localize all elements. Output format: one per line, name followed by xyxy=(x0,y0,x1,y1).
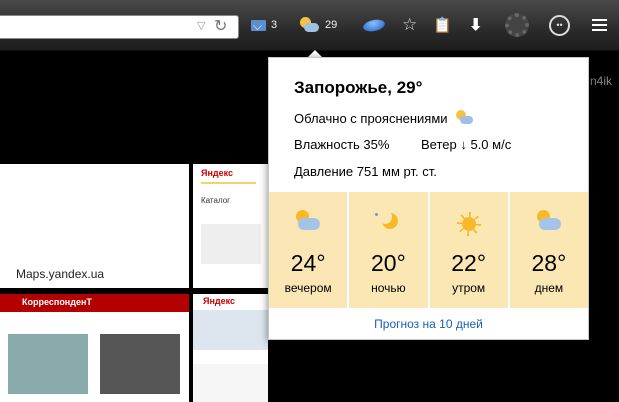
clipboard-icon: 📋 xyxy=(433,17,452,34)
city-temperature: Запорожье, 29° xyxy=(294,78,423,97)
smiley-icon: •• xyxy=(549,14,570,36)
addon-button[interactable] xyxy=(505,0,529,50)
forecast-day: 28° днем xyxy=(509,192,588,308)
gear-icon xyxy=(505,13,529,37)
cloud-sun-icon xyxy=(293,210,323,238)
sun-icon xyxy=(454,210,484,238)
star-icon: ☆ xyxy=(402,15,418,34)
wind: Ветер ↓ 5.0 м/с xyxy=(421,137,512,152)
forecast-strip: 24° вечером 20° ночью 22° утром 28° днем xyxy=(269,192,588,308)
forecast-night: 20° ночью xyxy=(349,192,428,308)
disk-icon xyxy=(362,17,386,33)
popup-arrow xyxy=(308,50,322,57)
forecast-morning: 22° утром xyxy=(429,192,508,308)
forecast-temp: 20° xyxy=(370,250,406,276)
feedback-button[interactable]: •• xyxy=(549,0,570,50)
browser-toolbar: ▽ ↻ 3 29 ☆ 📋 ⬇ •• xyxy=(0,0,619,51)
mail-icon xyxy=(251,19,266,31)
tile-yandex-2[interactable]: Яндекс xyxy=(193,294,268,402)
tile-maps[interactable]: Maps.yandex.ua xyxy=(0,164,189,288)
yandex-disk-button[interactable] xyxy=(362,0,386,50)
url-dropdown-icon[interactable]: ▽ xyxy=(197,19,205,32)
download-icon: ⬇ xyxy=(469,17,483,34)
background-text: n4ik xyxy=(590,74,613,88)
forecast-temp: 28° xyxy=(531,250,567,276)
cloud-sun-icon xyxy=(454,110,476,126)
forecast-label: днем xyxy=(534,281,564,295)
weather-icon xyxy=(298,17,320,33)
cloud-sun-icon xyxy=(534,210,564,238)
tile-maps-label: Maps.yandex.ua xyxy=(16,267,105,281)
tile-yandex2-logo: Яндекс xyxy=(203,296,236,306)
menu-button[interactable] xyxy=(581,0,617,50)
forecast-10-days-link[interactable]: Прогноз на 10 дней xyxy=(269,317,588,331)
mail-button[interactable]: 3 xyxy=(251,0,277,50)
reload-icon[interactable]: ↻ xyxy=(214,16,227,36)
bookmark-button[interactable]: ☆ xyxy=(402,0,417,50)
weather-temp: 29 xyxy=(325,19,338,31)
weather-popup: Запорожье, 29° Облачно с прояснениями Вл… xyxy=(268,57,589,340)
forecast-label: вечером xyxy=(284,281,332,295)
reading-list-button[interactable]: 📋 xyxy=(433,0,452,50)
downloads-button[interactable]: ⬇ xyxy=(469,0,482,50)
mail-count: 3 xyxy=(271,19,278,31)
tile-yandex-catalog: Каталог xyxy=(201,196,231,205)
forecast-label: ночью xyxy=(371,281,406,295)
humidity: Влажность 35% xyxy=(294,137,390,152)
hamburger-icon xyxy=(581,0,617,50)
tile-news-logo: КорреспонденТ xyxy=(22,297,92,307)
address-bar[interactable]: ▽ ↻ xyxy=(0,15,239,39)
tile-yandex[interactable]: Яндекс Каталог xyxy=(193,164,268,288)
forecast-evening: 24° вечером xyxy=(269,192,348,308)
pressure: Давление 751 мм рт. ст. xyxy=(294,164,437,179)
tile-yandex-logo: Яндекс xyxy=(201,168,234,178)
forecast-temp: 24° xyxy=(290,250,326,276)
moon-icon xyxy=(373,210,403,238)
weather-condition: Облачно с прояснениями xyxy=(294,110,476,126)
tile-news[interactable]: КорреспонденТ xyxy=(0,294,189,402)
forecast-temp: 22° xyxy=(451,250,487,276)
forecast-label: утром xyxy=(452,281,486,295)
weather-button[interactable]: 29 xyxy=(298,0,337,50)
condition-text: Облачно с прояснениями xyxy=(294,110,448,126)
